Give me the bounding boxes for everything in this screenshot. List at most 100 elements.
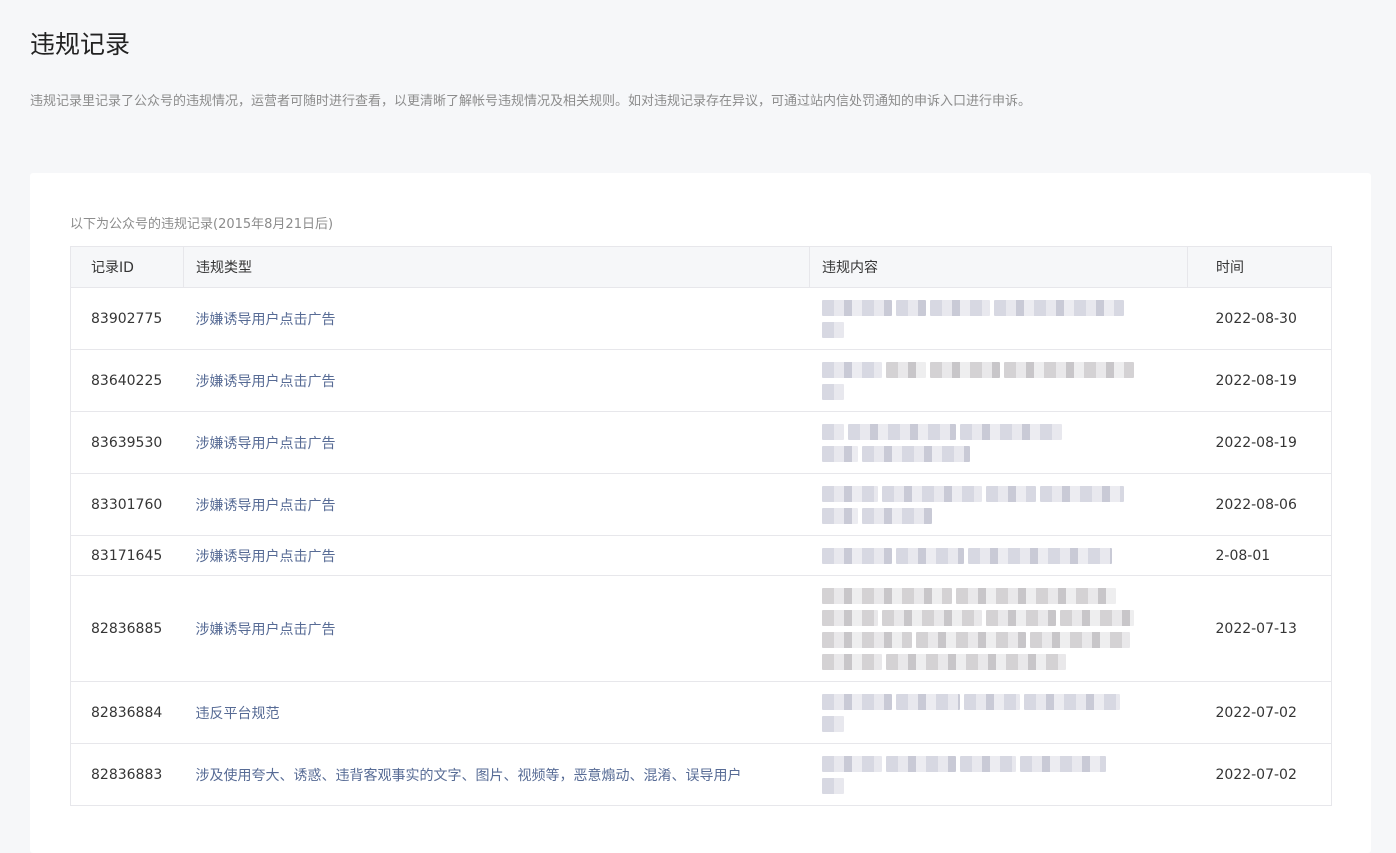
redacted-line bbox=[821, 653, 1187, 670]
violation-type-cell: 涉嫌诱导用户点击广告 bbox=[183, 411, 810, 474]
table-row: 82836883 涉及使用夸大、诱惑、违背客观事实的文字、图片、视频等，恶意煽动、… bbox=[70, 743, 1332, 806]
redacted-block bbox=[821, 299, 892, 316]
time-cell: 2022-08-19 bbox=[1187, 411, 1332, 474]
violation-type-cell: 涉嫌诱导用户点击广告 bbox=[183, 473, 810, 536]
redacted-content bbox=[821, 356, 1187, 406]
redacted-block bbox=[1003, 361, 1134, 378]
redacted-line bbox=[821, 609, 1187, 626]
redacted-block bbox=[929, 299, 990, 316]
redacted-block bbox=[821, 693, 892, 710]
redacted-block bbox=[929, 361, 1000, 378]
violation-type-cell: 涉嫌诱导用户点击广告 bbox=[183, 287, 810, 350]
redacted-line bbox=[821, 485, 1187, 502]
violation-content-cell bbox=[809, 575, 1188, 682]
redacted-content bbox=[821, 542, 1187, 570]
record-id-cell: 83171645 bbox=[70, 535, 184, 576]
table-header-row: 记录ID 违规类型 违规内容 时间 bbox=[70, 246, 1332, 288]
time-cell: 2022-08-19 bbox=[1187, 349, 1332, 412]
violation-content-cell bbox=[809, 287, 1188, 350]
redacted-block bbox=[993, 299, 1124, 316]
redacted-block bbox=[895, 299, 926, 316]
violation-type-cell: 涉嫌诱导用户点击广告 bbox=[183, 535, 810, 576]
redacted-block bbox=[885, 653, 1066, 670]
violation-content-cell bbox=[809, 743, 1188, 806]
column-header-record-id: 记录ID bbox=[70, 246, 184, 288]
redacted-content bbox=[821, 294, 1187, 344]
redacted-content bbox=[821, 750, 1187, 800]
record-id-cell: 82836883 bbox=[70, 743, 184, 806]
redacted-line bbox=[821, 299, 1187, 316]
column-header-violation-type: 违规类型 bbox=[183, 246, 810, 288]
redacted-line bbox=[821, 547, 1187, 564]
violation-content-cell bbox=[809, 349, 1188, 412]
redacted-line bbox=[821, 423, 1187, 440]
redacted-block bbox=[1023, 693, 1120, 710]
time-cell: 2-08-01 bbox=[1187, 535, 1332, 576]
redacted-block bbox=[821, 631, 912, 648]
redacted-block bbox=[821, 507, 858, 524]
redacted-line bbox=[821, 631, 1187, 648]
page-title: 违规记录 bbox=[30, 30, 131, 59]
redacted-block bbox=[963, 693, 1020, 710]
time-cell: 2022-08-06 bbox=[1187, 473, 1332, 536]
redacted-block bbox=[955, 587, 1116, 604]
record-id-cell: 83301760 bbox=[70, 473, 184, 536]
redacted-content bbox=[821, 418, 1187, 468]
redacted-block bbox=[821, 361, 882, 378]
redacted-line bbox=[821, 755, 1187, 772]
redacted-block bbox=[959, 423, 1062, 440]
redacted-block bbox=[861, 445, 970, 462]
redacted-line bbox=[821, 693, 1187, 710]
redacted-block bbox=[821, 383, 844, 400]
redacted-block bbox=[895, 547, 964, 564]
record-id-cell: 83639530 bbox=[70, 411, 184, 474]
redacted-block bbox=[821, 755, 882, 772]
redacted-block bbox=[821, 777, 844, 794]
table-row: 82836884 违反平台规范 2022-07-02 bbox=[70, 681, 1332, 744]
redacted-block bbox=[985, 609, 1056, 626]
page-description: 违规记录里记录了公众号的违规情况，运营者可随时进行查看，以更清晰了解帐号违规情况… bbox=[30, 94, 1032, 109]
redacted-block bbox=[821, 485, 878, 502]
table-row: 82836885 涉嫌诱导用户点击广告 2022-07-13 bbox=[70, 575, 1332, 682]
redacted-block bbox=[821, 321, 844, 338]
violation-records-table: 记录ID 违规类型 违规内容 时间 83902775 涉嫌诱导用户点击广告 2022… bbox=[70, 246, 1332, 806]
violation-type-cell: 违反平台规范 bbox=[183, 681, 810, 744]
record-id-cell: 82836884 bbox=[70, 681, 184, 744]
redacted-content bbox=[821, 688, 1187, 738]
redacted-block bbox=[885, 361, 926, 378]
time-cell: 2022-07-02 bbox=[1187, 681, 1332, 744]
record-id-cell: 82836885 bbox=[70, 575, 184, 682]
redacted-block bbox=[821, 609, 878, 626]
violation-content-cell bbox=[809, 411, 1188, 474]
redacted-block bbox=[1029, 631, 1130, 648]
redacted-line bbox=[821, 445, 1187, 462]
violation-type-cell: 涉嫌诱导用户点击广告 bbox=[183, 349, 810, 412]
redacted-line bbox=[821, 507, 1187, 524]
redacted-block bbox=[821, 445, 858, 462]
time-cell: 2022-07-02 bbox=[1187, 743, 1332, 806]
time-cell: 2022-08-30 bbox=[1187, 287, 1332, 350]
column-header-violation-content: 违规内容 bbox=[809, 246, 1188, 288]
violation-type-cell: 涉嫌诱导用户点击广告 bbox=[183, 575, 810, 682]
redacted-block bbox=[881, 609, 982, 626]
redacted-content bbox=[821, 582, 1187, 676]
redacted-block bbox=[821, 653, 882, 670]
redacted-block bbox=[847, 423, 956, 440]
redacted-block bbox=[1039, 485, 1124, 502]
redacted-block bbox=[821, 547, 892, 564]
table-row: 83171645 涉嫌诱导用户点击广告 2-08-01 bbox=[70, 535, 1332, 576]
redacted-block bbox=[985, 485, 1036, 502]
redacted-block bbox=[821, 423, 844, 440]
table-row: 83639530 涉嫌诱导用户点击广告 2022-08-19 bbox=[70, 411, 1332, 474]
redacted-block bbox=[967, 547, 1112, 564]
redacted-block bbox=[885, 755, 956, 772]
redacted-line bbox=[821, 715, 1187, 732]
redacted-content bbox=[821, 480, 1187, 530]
column-header-time: 时间 bbox=[1187, 246, 1332, 288]
redacted-line bbox=[821, 777, 1187, 794]
table-row: 83640225 涉嫌诱导用户点击广告 2022-08-19 bbox=[70, 349, 1332, 412]
violation-content-cell bbox=[809, 535, 1188, 576]
redacted-block bbox=[821, 587, 952, 604]
record-id-cell: 83902775 bbox=[70, 287, 184, 350]
redacted-block bbox=[821, 715, 844, 732]
